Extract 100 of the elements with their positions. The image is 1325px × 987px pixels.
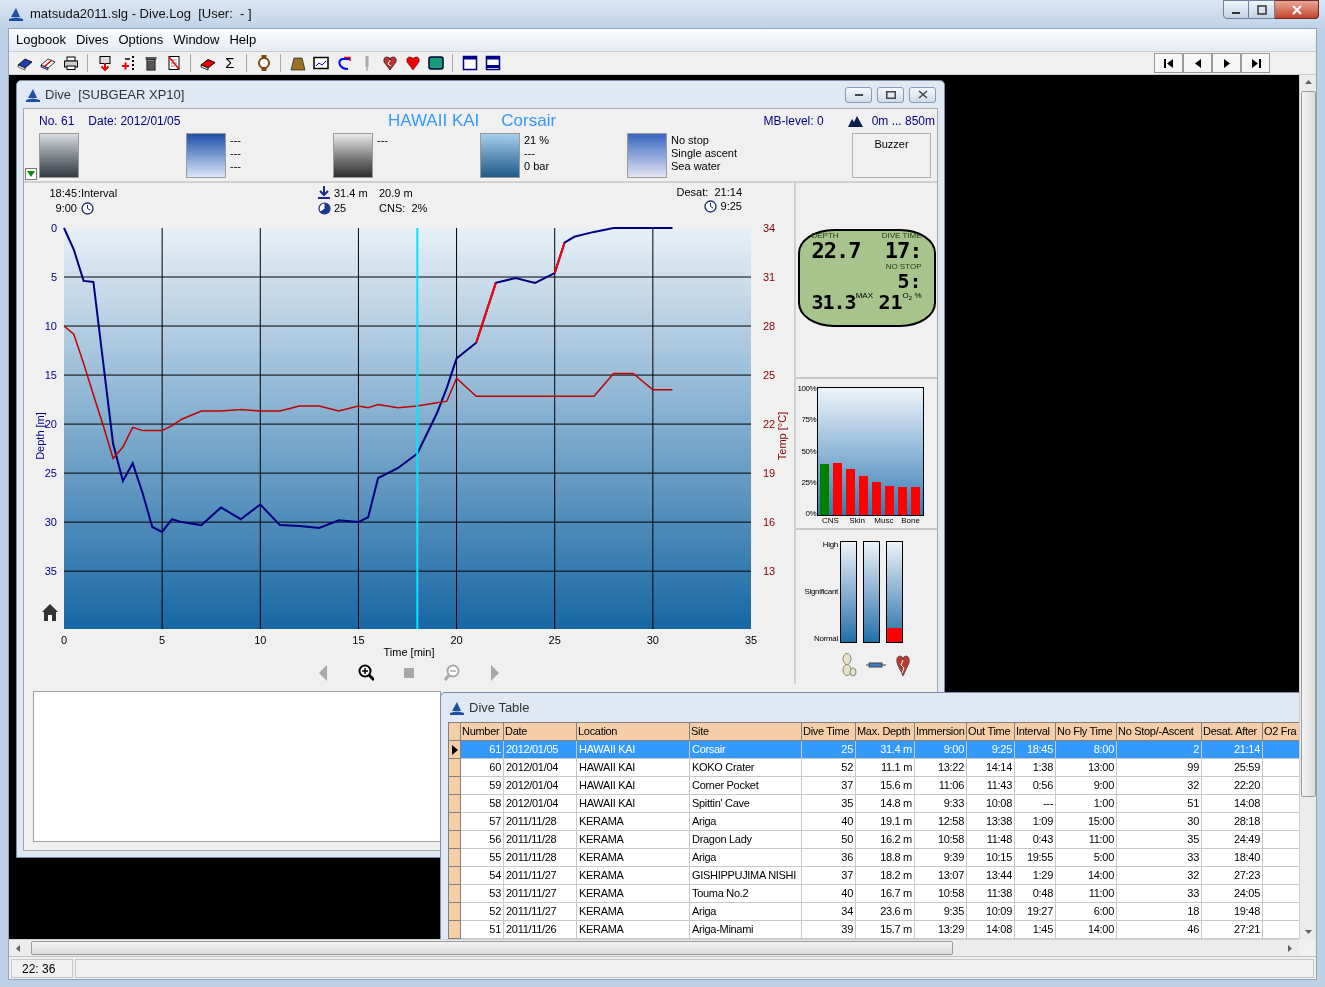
first-button[interactable] [1154, 53, 1183, 73]
lcd-label: O$_{2}$ % [902, 291, 922, 300]
axis-tick-label: 25 [548, 634, 561, 646]
table-row[interactable]: 55 2011/11/28 KERAMA Ariga 36 18.8 m 9:39 10:15 19:55 5:00 33 18:40 [449, 849, 1299, 867]
lcd-label: DEPTH [811, 231, 840, 240]
scrollbar-thumb[interactable] [31, 941, 953, 955]
maximize-button[interactable] [1249, 0, 1275, 19]
dive-time: 25 [334, 201, 348, 216]
axis-tick-label: 50% [801, 447, 816, 456]
dropdown-button[interactable] [25, 168, 37, 180]
axis-tick-label: 35 [744, 634, 758, 646]
minimize-button[interactable] [1223, 0, 1249, 19]
menu-item[interactable]: Logbook [11, 30, 71, 50]
axis-tick-label: 30 [646, 634, 659, 646]
row-header[interactable] [449, 741, 461, 759]
close-button[interactable] [1275, 0, 1319, 19]
watch-icon[interactable] [255, 55, 272, 71]
column-header[interactable]: Dive Time [802, 723, 856, 741]
interval-label: :Interval [78, 185, 118, 200]
insert-icon[interactable] [119, 55, 136, 71]
triangle-left-icon [1192, 58, 1203, 68]
heart-icon [895, 653, 911, 677]
panel-text: 0 bar [524, 160, 550, 173]
altitude-range: 0m ... 850m [871, 113, 935, 130]
column-header[interactable]: Out Time [967, 723, 1015, 741]
app-icon [8, 6, 24, 22]
site-title: Corsair [501, 110, 557, 133]
lcd-label: DIVE TIME [881, 231, 922, 240]
axis-tick-label: 22 [763, 418, 776, 431]
table-row[interactable]: 57 2011/11/28 KERAMA Ariga 40 19.1 m 12:58 13:38 1:09 15:00 30 28:18 [449, 813, 1299, 831]
sum-button[interactable]: Σ [222, 55, 238, 71]
cursor-line[interactable] [416, 227, 419, 630]
column-header[interactable]: Immersion [915, 723, 967, 741]
column-header[interactable]: No Fly Time [1056, 723, 1117, 741]
last-button[interactable] [1241, 53, 1270, 73]
column-header[interactable]: Interval [1015, 723, 1056, 741]
depth-arrow-icon [318, 186, 330, 200]
monitor-chart-icon[interactable] [312, 55, 329, 71]
heart-icon[interactable] [404, 55, 421, 71]
table-row[interactable]: 58 2012/01/04 HAWAII KAI Spittin' Cave 35 14.8 m 9:33 10:08 --- 1:00 51 14:08 [449, 795, 1299, 813]
close-icon [917, 90, 928, 99]
window-split-icon[interactable] [484, 55, 501, 71]
photo-placeholder [39, 133, 79, 178]
notes-field[interactable] [33, 691, 441, 842]
previous-button[interactable] [1183, 53, 1212, 73]
menu-item[interactable]: Dives [70, 30, 114, 50]
panel-text: --- [230, 134, 241, 147]
curve-icon[interactable] [335, 55, 352, 71]
column-header[interactable]: No Stop/-Ascent [1117, 723, 1202, 741]
max-depth: 31.4 m [334, 185, 369, 200]
table-row[interactable]: 53 2011/11/27 KERAMA Touma No.2 40 16.7 m 10:58 11:38 0:48 11:00 33 24:05 [449, 885, 1299, 903]
minimize-icon [854, 93, 863, 96]
axis-tick-label: 5 [50, 271, 57, 283]
table-row[interactable]: 60 2012/01/04 HAWAII KAI KOKO Crater 52 11.1 m 13:22 14:14 1:38 13:00 99 25:59 [449, 759, 1299, 777]
printer-icon[interactable] [62, 55, 79, 71]
zoom-in-icon[interactable] [358, 663, 374, 682]
table-row[interactable]: 51 2011/11/26 KERAMA Ariga-Minami 39 15.7 m 13:29 14:08 1:45 14:00 46 27:21 [449, 921, 1299, 939]
close-button[interactable] [909, 86, 936, 103]
column-header[interactable]: Number [461, 723, 504, 741]
weight-icon[interactable] [289, 55, 306, 71]
next-button[interactable] [1212, 53, 1241, 73]
axis-title: Temp [°C] [776, 411, 788, 461]
axis-label: Bone [900, 516, 921, 526]
pie-icon [318, 201, 331, 215]
vertical-scrollbar[interactable] [1299, 75, 1316, 939]
window-icon[interactable] [461, 55, 478, 71]
bones-icon [841, 653, 857, 677]
menu-item[interactable]: Help [224, 30, 262, 50]
column-header[interactable]: Site [690, 723, 802, 741]
column-header[interactable]: Desat. After [1202, 723, 1263, 741]
house-icon[interactable] [42, 604, 58, 621]
scrollbar-thumb[interactable] [1300, 91, 1316, 797]
column-header[interactable]: Location [577, 723, 690, 741]
computer-arrow-icon[interactable] [96, 55, 113, 71]
table-row[interactable]: 54 2011/11/27 KERAMA GISHIPPUJIMA NISHI 37 18.2 m 13:07 13:44 1:29 14:00 32 27:23 [449, 867, 1299, 885]
panel-text: No stop [671, 134, 710, 147]
mountain-icon [847, 115, 863, 127]
column-header[interactable]: O2 Fra [1263, 723, 1299, 741]
skip-forward-icon [1250, 58, 1261, 68]
restore-icon [885, 90, 896, 99]
photo-placeholder [627, 133, 667, 178]
table-row[interactable]: 56 2011/11/28 KERAMA Dragon Lady 50 16.2 m 10:58 11:48 0:43 11:00 35 24:49 [449, 831, 1299, 849]
lcd-max-depth: 31.3 [811, 291, 856, 313]
table-row[interactable]: 59 2012/01/04 HAWAII KAI Corner Pocket 37 15.6 m 11:06 11:43 0:56 9:00 32 22:20 [449, 777, 1299, 795]
column-header[interactable]: Max. Depth [856, 723, 915, 741]
axis-tick-label: 10 [44, 320, 57, 333]
broken-heart-icon[interactable] [381, 55, 398, 71]
table-row[interactable]: 52 2011/11/27 KERAMA Ariga 34 23.6 m 9:35 10:09 19:27 6:00 18 19:48 [449, 903, 1299, 921]
menu-item[interactable]: Window [168, 30, 225, 50]
horizontal-scrollbar[interactable] [9, 939, 1299, 956]
document-edit-icon[interactable] [165, 55, 182, 71]
minimize-button[interactable] [845, 86, 872, 103]
screen-icon[interactable] [427, 55, 444, 71]
axis-tick-label: 10 [254, 634, 267, 646]
column-header[interactable]: Date [504, 723, 577, 741]
lcd-depth: 22.7 [811, 240, 861, 262]
axis-tick-label: 13 [763, 565, 776, 578]
axis-tick-label: 19 [763, 467, 776, 480]
menu-item[interactable]: Options [113, 30, 169, 50]
restore-button[interactable] [877, 86, 904, 103]
